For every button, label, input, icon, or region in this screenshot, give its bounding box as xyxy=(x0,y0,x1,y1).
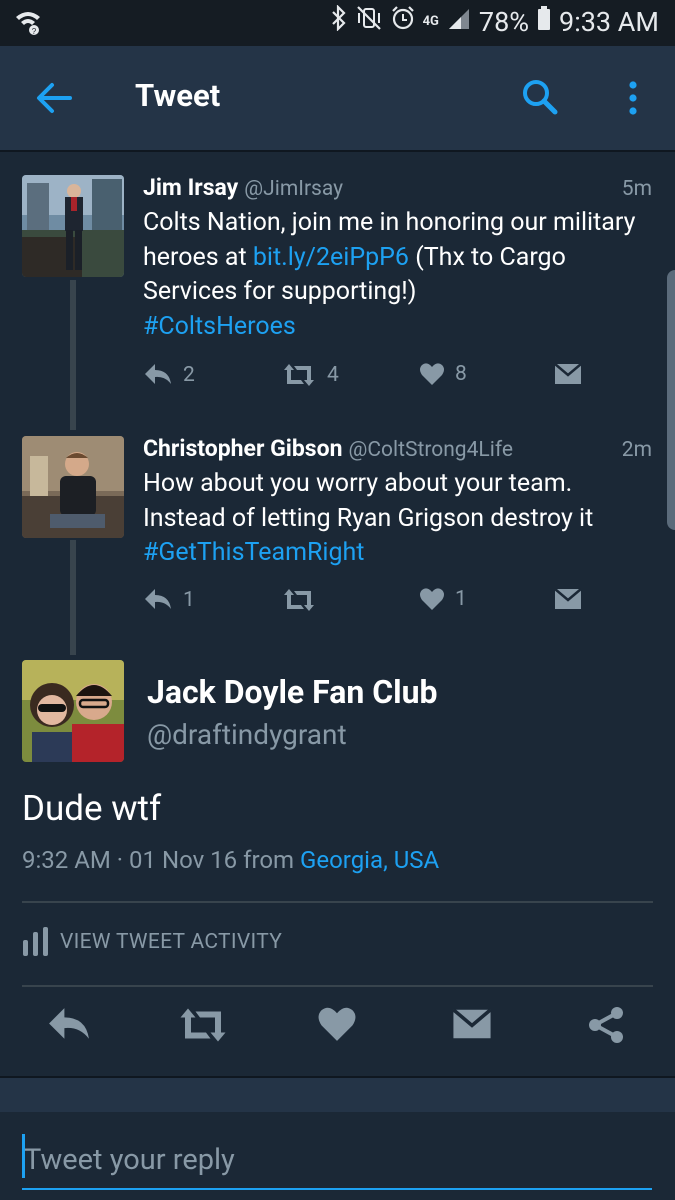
author-handle: @JimIrsay xyxy=(244,177,344,201)
retweet-count: 4 xyxy=(327,363,339,387)
retweet-button[interactable] xyxy=(281,587,317,613)
main-tweet-actions xyxy=(0,1005,675,1061)
main-tweet-avatar[interactable] xyxy=(22,660,124,762)
tweet-actions: 2 4 8 xyxy=(143,362,603,402)
tweet-actions: 1 1 xyxy=(143,587,603,627)
direct-message-button[interactable] xyxy=(452,1005,492,1047)
like-button[interactable]: 1 xyxy=(419,587,467,611)
alarm-icon xyxy=(391,5,415,38)
wifi-icon: ? xyxy=(14,9,42,39)
tweet-link[interactable]: bit.ly/2eiPpP6 xyxy=(253,243,409,272)
direct-message-button[interactable] xyxy=(554,362,582,386)
like-count: 1 xyxy=(455,587,467,611)
reply-input[interactable] xyxy=(22,1138,654,1182)
back-arrow-icon[interactable] xyxy=(34,80,74,116)
divider xyxy=(22,901,653,903)
bluetooth-icon xyxy=(331,4,347,38)
battery-percent: 78% xyxy=(478,5,530,38)
reply-field-underline xyxy=(22,1138,654,1190)
section-separator xyxy=(0,1076,675,1114)
vibrate-mute-icon xyxy=(355,5,383,38)
envelope-icon xyxy=(554,588,582,609)
avatar[interactable] xyxy=(22,436,124,538)
view-tweet-activity-label: VIEW TWEET ACTIVITY xyxy=(60,930,283,954)
share-button[interactable] xyxy=(586,1005,626,1049)
from-label: from xyxy=(243,846,295,874)
reply-count: 2 xyxy=(183,363,195,387)
reply-composer xyxy=(0,1112,675,1200)
hashtag-link[interactable]: #ColtsHeroes xyxy=(143,312,296,341)
bar-chart-icon xyxy=(23,927,48,956)
retweet-icon xyxy=(284,364,314,386)
author-handle: @ColtStrong4Life xyxy=(348,438,514,462)
battery-icon xyxy=(537,5,551,38)
reply-button[interactable] xyxy=(46,1005,92,1049)
retweet-icon xyxy=(180,1008,226,1042)
main-tweet-timestamp: 9:32 AM · 01 Nov 16 xyxy=(22,846,238,874)
view-tweet-activity-button[interactable]: VIEW TWEET ACTIVITY xyxy=(22,926,282,958)
main-tweet-text: Dude wtf xyxy=(22,788,162,829)
thread-connector xyxy=(70,280,76,430)
reply-icon xyxy=(145,589,171,609)
reply-count: 1 xyxy=(183,588,195,612)
main-tweet-author-name[interactable]: Jack Doyle Fan Club xyxy=(147,673,438,711)
reply-button[interactable]: 1 xyxy=(143,587,195,613)
heart-icon xyxy=(318,1007,356,1041)
location-link[interactable]: Georgia, USA xyxy=(300,846,439,874)
author-name[interactable]: Jim Irsay @JimIrsay xyxy=(143,174,343,201)
envelope-icon xyxy=(452,1008,492,1039)
retweet-button[interactable]: 4 xyxy=(281,362,339,388)
tweet-time: 2m xyxy=(621,438,652,462)
heart-icon xyxy=(420,363,444,385)
retweet-icon xyxy=(284,589,314,611)
clock: 9:33 AM xyxy=(559,5,659,38)
tweet-time: 5m xyxy=(621,177,652,201)
like-button[interactable] xyxy=(317,1005,357,1047)
like-button[interactable]: 8 xyxy=(419,362,467,386)
more-options-icon[interactable] xyxy=(622,78,644,118)
thread-tweet[interactable]: Christopher Gibson @ColtStrong4Life 2m Ho… xyxy=(0,430,675,655)
main-tweet-author-handle[interactable]: @draftindygrant xyxy=(147,718,347,751)
thread-tweet[interactable]: Jim Irsay @JimIrsay 5m Colts Nation, join… xyxy=(0,150,675,430)
divider xyxy=(22,985,653,987)
hashtag-link[interactable]: #GetThisTeamRight xyxy=(143,538,364,567)
envelope-icon xyxy=(554,363,582,384)
tweet-text: Colts Nation, join me in honoring our mi… xyxy=(143,208,636,341)
svg-text:?: ? xyxy=(32,27,37,35)
reply-button[interactable]: 2 xyxy=(143,362,195,388)
app-toolbar: Tweet xyxy=(0,46,675,152)
retweet-button[interactable] xyxy=(176,1005,230,1049)
status-bar: ? 4G 78% 9:33 AM xyxy=(0,0,675,46)
page-title: Tweet xyxy=(135,77,221,114)
share-icon xyxy=(589,1007,623,1043)
tweet-text: How about you worry about your team. Ins… xyxy=(143,469,594,567)
reply-icon xyxy=(49,1008,89,1039)
search-icon[interactable] xyxy=(520,77,560,117)
thread-connector xyxy=(70,540,76,655)
heart-icon xyxy=(420,588,444,610)
author-name[interactable]: Christopher Gibson @ColtStrong4Life xyxy=(143,435,513,462)
main-tweet-meta: 9:32 AM · 01 Nov 16 from Georgia, USA xyxy=(22,846,439,874)
signal-icon xyxy=(447,6,471,38)
text-cursor xyxy=(22,1134,25,1178)
direct-message-button[interactable] xyxy=(554,587,582,611)
reply-icon xyxy=(145,364,171,384)
avatar[interactable] xyxy=(22,175,124,277)
like-count: 8 xyxy=(455,362,467,386)
network-type: 4G xyxy=(422,13,439,29)
